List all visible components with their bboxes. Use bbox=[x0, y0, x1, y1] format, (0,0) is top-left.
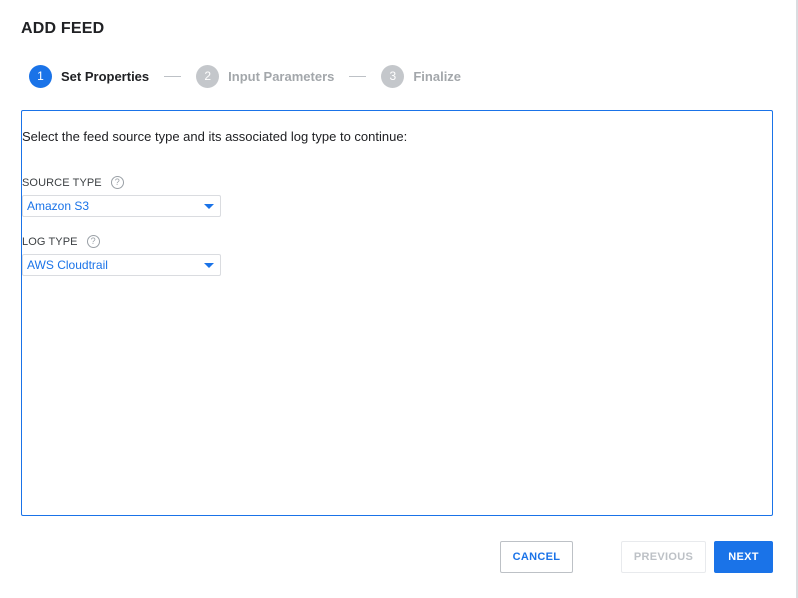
log-type-label-text: LOG TYPE bbox=[22, 235, 78, 248]
instruction-text: Select the feed source type and its asso… bbox=[22, 129, 408, 144]
step-set-properties[interactable]: 1 Set Properties bbox=[29, 64, 150, 88]
help-circle-icon[interactable]: ? bbox=[110, 176, 124, 189]
stepper: 1 Set Properties 2 Input Parameters 3 Fi… bbox=[29, 64, 461, 88]
dialog-title: ADD FEED bbox=[21, 20, 105, 37]
log-type-select[interactable]: AWS Cloudtrail bbox=[22, 254, 221, 276]
step-label-set-properties: Set Properties bbox=[61, 68, 150, 84]
source-type-value: Amazon S3 bbox=[27, 199, 90, 213]
step-number-1: 1 bbox=[29, 64, 52, 88]
properties-panel: Select the feed source type and its asso… bbox=[21, 110, 773, 516]
step-label-finalize: Finalize bbox=[413, 68, 462, 84]
step-input-parameters[interactable]: 2 Input Parameters bbox=[196, 64, 335, 88]
previous-button[interactable]: PREVIOUS bbox=[621, 541, 706, 573]
step-finalize[interactable]: 3 Finalize bbox=[381, 64, 462, 88]
help-circle-icon[interactable]: ? bbox=[86, 235, 100, 248]
cancel-button[interactable]: CANCEL bbox=[500, 541, 573, 573]
caret-down-icon bbox=[204, 262, 214, 268]
log-type-label: LOG TYPE ? bbox=[22, 235, 100, 248]
source-type-label: SOURCE TYPE ? bbox=[22, 176, 124, 189]
source-type-select[interactable]: Amazon S3 bbox=[22, 195, 221, 217]
source-type-label-text: SOURCE TYPE bbox=[22, 176, 102, 189]
log-type-value: AWS Cloudtrail bbox=[27, 258, 108, 272]
step-number-2: 2 bbox=[196, 64, 220, 88]
next-button[interactable]: NEXT bbox=[714, 541, 773, 573]
step-separator bbox=[349, 75, 367, 77]
step-separator bbox=[164, 75, 182, 77]
step-label-input-parameters: Input Parameters bbox=[228, 68, 335, 84]
caret-down-icon bbox=[204, 203, 214, 209]
step-number-3: 3 bbox=[381, 64, 405, 88]
